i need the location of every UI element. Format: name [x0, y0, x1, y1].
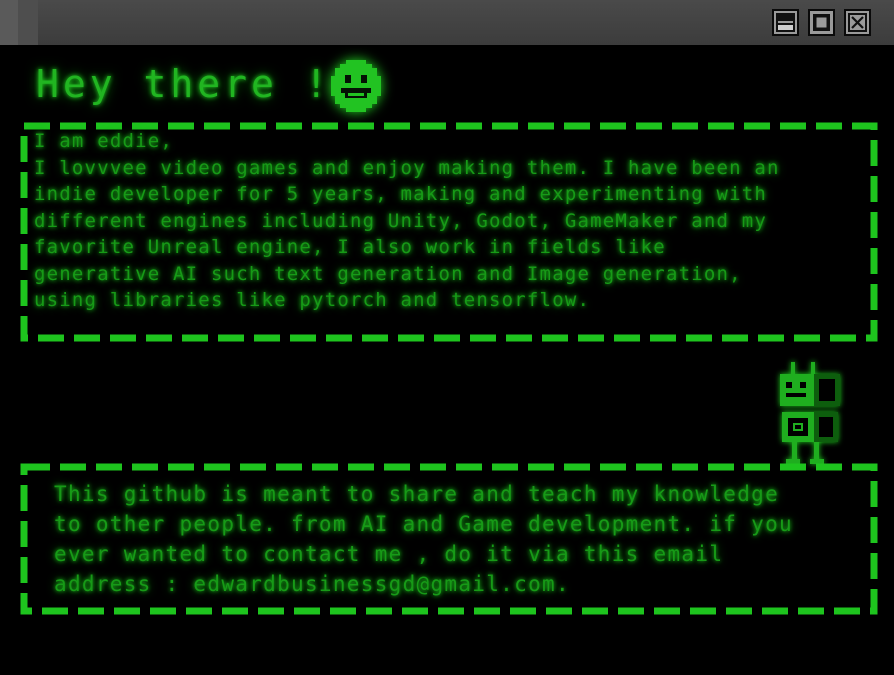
contact-line: address : edwardbusinessgd@gmail.com. — [54, 572, 570, 596]
about-line: I lovvvee video games and enjoy making t… — [34, 156, 780, 179]
contact-text: This github is meant to share and teach … — [54, 479, 793, 599]
about-line: generative AI such text generation and I… — [34, 262, 742, 285]
about-line: I am eddie, — [34, 130, 174, 152]
about-text: I am eddie, I lovvvee video games and enj… — [34, 128, 780, 314]
about-line: indie developer for 5 years, making and … — [34, 183, 768, 205]
about-line: favorite Unreal engine, I also work in f… — [34, 236, 666, 258]
minimize-icon — [776, 13, 795, 32]
window-titlebar[interactable] — [0, 0, 894, 45]
smiley-icon — [331, 60, 381, 112]
robot-icon — [780, 362, 840, 464]
close-icon — [848, 13, 867, 32]
titlebar-tab — [0, 0, 18, 45]
about-line: using libraries like pytorch and tensorf… — [34, 289, 591, 311]
contact-line: to other people. from AI and Game develo… — [54, 512, 793, 536]
contact-line: This github is meant to share and teach … — [54, 482, 780, 506]
page-heading: Hey there ! — [36, 62, 332, 106]
titlebar-tab-shadow — [18, 0, 38, 45]
contact-panel: This github is meant to share and teach … — [20, 463, 878, 615]
minimize-button[interactable] — [772, 9, 799, 36]
maximize-icon — [813, 14, 830, 31]
about-panel: I am eddie, I lovvvee video games and enj… — [20, 122, 878, 342]
close-button[interactable] — [844, 9, 871, 36]
contact-line: ever wanted to contact me , do it via th… — [54, 542, 724, 566]
about-line: different engines including Unity, Godot… — [34, 209, 768, 232]
maximize-button[interactable] — [808, 9, 835, 36]
